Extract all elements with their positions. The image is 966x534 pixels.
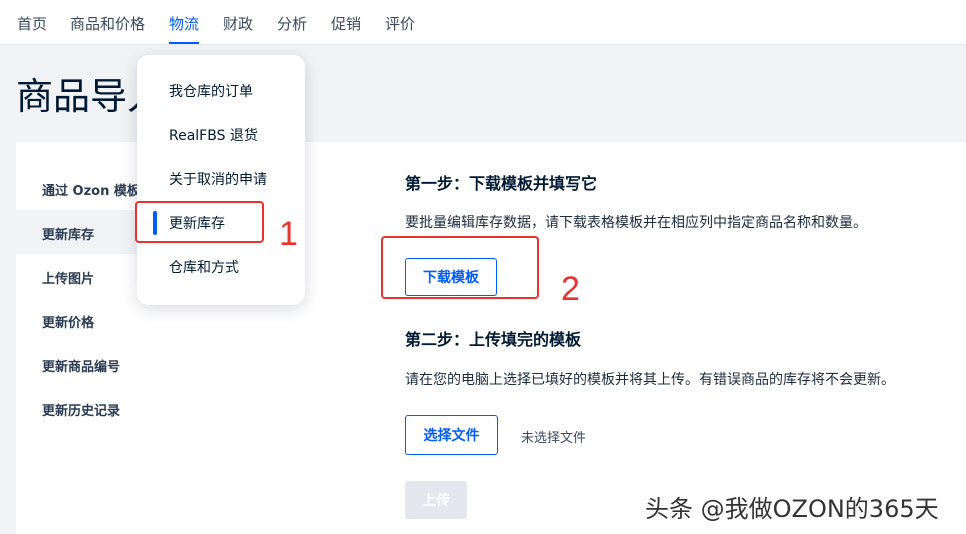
menu-item-cancellation-requests[interactable]: 关于取消的申请 [137, 157, 305, 201]
watermark-text: 头条 @我做OZON的365天 [645, 495, 939, 523]
menu-item-label: 关于取消的申请 [169, 172, 267, 188]
sidebar-item-label: 通过 Ozon 模板 [42, 184, 140, 199]
file-status-text: 未选择文件 [521, 431, 587, 446]
nav-item-products-prices[interactable]: 商品和价格 [70, 13, 145, 34]
sidebar-item-label: 更新商品编号 [42, 360, 121, 375]
nav-item-home[interactable]: 首页 [17, 13, 47, 34]
active-nav-indicator [169, 42, 199, 44]
sidebar-item-label: 更新库存 [42, 228, 95, 243]
annotation-box-1 [135, 201, 264, 243]
menu-item-label: RealFBS 退货 [169, 128, 258, 144]
choose-file-button[interactable]: 选择文件 [405, 415, 498, 455]
sidebar-item-update-sku[interactable]: 更新商品编号 [16, 342, 266, 386]
sidebar-item-label: 更新价格 [42, 316, 95, 331]
annotation-box-2 [381, 236, 539, 299]
annotation-label-2: 2 [561, 270, 580, 308]
sidebar-item-label: 上传图片 [42, 272, 95, 287]
sidebar-item-update-history[interactable]: 更新历史记录 [16, 386, 266, 430]
nav-item-logistics[interactable]: 物流 [169, 13, 199, 34]
step1-title: 第一步：下载模板并填写它 [405, 174, 598, 193]
menu-item-label: 我仓库的订单 [169, 84, 253, 100]
nav-item-analytics[interactable]: 分析 [277, 13, 307, 34]
step2-description: 请在您的电脑上选择已填好的模板并将其上传。有错误商品的库存将不会更新。 [405, 372, 895, 388]
upload-button: 上传 [405, 481, 467, 519]
logistics-dropdown-menu: 我仓库的订单 RealFBS 退货 关于取消的申请 更新库存 仓库和方式 [137, 55, 305, 305]
step1-description: 要批量编辑库存数据，请下载表格模板并在相应列中指定商品名称和数量。 [405, 215, 867, 231]
top-navigation: 首页 商品和价格 物流 财政 分析 促销 评价 [0, 0, 966, 45]
menu-item-realfbs-returns[interactable]: RealFBS 退货 [137, 113, 305, 157]
menu-item-my-warehouse-orders[interactable]: 我仓库的订单 [137, 69, 305, 113]
nav-item-promotions[interactable]: 促销 [331, 13, 361, 34]
nav-item-reviews[interactable]: 评价 [385, 13, 415, 34]
step2-title: 第二步：上传填完的模板 [405, 330, 582, 349]
sidebar-item-label: 更新历史记录 [42, 404, 121, 419]
nav-item-finance[interactable]: 财政 [223, 13, 253, 34]
annotation-label-1: 1 [279, 215, 298, 253]
menu-item-label: 仓库和方式 [169, 260, 239, 276]
